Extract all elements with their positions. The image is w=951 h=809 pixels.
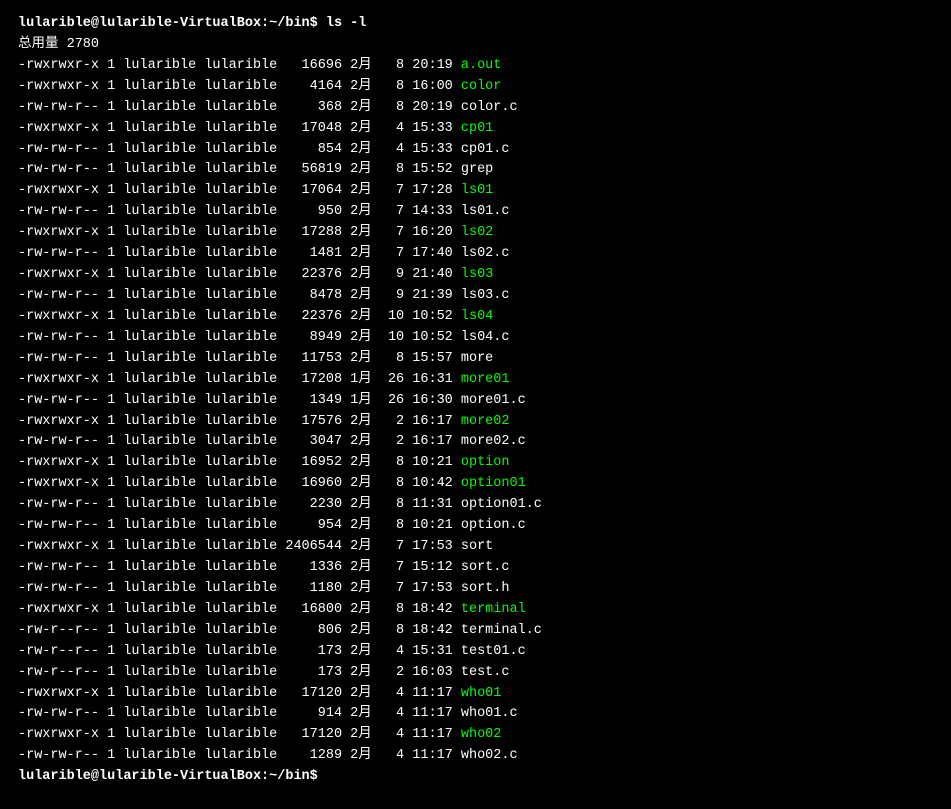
table-row: -rw-rw-r-- 1 lularible lularible 11753 2… (18, 349, 933, 370)
table-row: -rwxrwxr-x 1 lularible lularible 4164 2月… (18, 77, 933, 98)
table-row: -rw-rw-r-- 1 lularible lularible 2230 2月… (18, 495, 933, 516)
table-row: -rwxrwxr-x 1 lularible lularible 17120 2… (18, 684, 933, 705)
table-row: -rwxrwxr-x 1 lularible lularible 22376 2… (18, 265, 933, 286)
table-row: -rwxrwxr-x 1 lularible lularible 17288 2… (18, 223, 933, 244)
table-row: -rw-rw-r-- 1 lularible lularible 914 2月 … (18, 704, 933, 725)
table-row: -rwxrwxr-x 1 lularible lularible 17120 2… (18, 725, 933, 746)
file-list: -rwxrwxr-x 1 lularible lularible 16696 2… (18, 56, 933, 767)
table-row: -rw-r--r-- 1 lularible lularible 173 2月 … (18, 663, 933, 684)
table-row: -rwxrwxr-x 1 lularible lularible 16960 2… (18, 474, 933, 495)
table-row: -rw-rw-r-- 1 lularible lularible 368 2月 … (18, 98, 933, 119)
table-row: -rw-rw-r-- 1 lularible lularible 1349 1月… (18, 391, 933, 412)
table-row: -rwxrwxr-x 1 lularible lularible 22376 2… (18, 307, 933, 328)
table-row: -rwxrwxr-x 1 lularible lularible 16696 2… (18, 56, 933, 77)
total-line: 总用量 2780 (18, 35, 933, 56)
table-row: -rw-rw-r-- 1 lularible lularible 3047 2月… (18, 432, 933, 453)
terminal-window: lularible@lularible-VirtualBox:~/bin$ ls… (10, 8, 941, 794)
table-row: -rw-rw-r-- 1 lularible lularible 1481 2月… (18, 244, 933, 265)
table-row: -rw-rw-r-- 1 lularible lularible 954 2月 … (18, 516, 933, 537)
table-row: -rw-r--r-- 1 lularible lularible 806 2月 … (18, 621, 933, 642)
prompt-top: lularible@lularible-VirtualBox:~/bin$ ls… (18, 14, 933, 35)
table-row: -rw-rw-r-- 1 lularible lularible 1336 2月… (18, 558, 933, 579)
table-row: -rwxrwxr-x 1 lularible lularible 16800 2… (18, 600, 933, 621)
table-row: -rwxrwxr-x 1 lularible lularible 17208 1… (18, 370, 933, 391)
table-row: -rw-rw-r-- 1 lularible lularible 854 2月 … (18, 140, 933, 161)
table-row: -rwxrwxr-x 1 lularible lularible 17064 2… (18, 181, 933, 202)
table-row: -rwxrwxr-x 1 lularible lularible 2406544… (18, 537, 933, 558)
table-row: -rw-rw-r-- 1 lularible lularible 1180 2月… (18, 579, 933, 600)
table-row: -rwxrwxr-x 1 lularible lularible 17048 2… (18, 119, 933, 140)
prompt-bottom: lularible@lularible-VirtualBox:~/bin$ (18, 767, 933, 788)
table-row: -rw-rw-r-- 1 lularible lularible 1289 2月… (18, 746, 933, 767)
table-row: -rw-rw-r-- 1 lularible lularible 56819 2… (18, 160, 933, 181)
table-row: -rw-rw-r-- 1 lularible lularible 8949 2月… (18, 328, 933, 349)
table-row: -rw-rw-r-- 1 lularible lularible 8478 2月… (18, 286, 933, 307)
table-row: -rw-rw-r-- 1 lularible lularible 950 2月 … (18, 202, 933, 223)
table-row: -rwxrwxr-x 1 lularible lularible 16952 2… (18, 453, 933, 474)
table-row: -rw-r--r-- 1 lularible lularible 173 2月 … (18, 642, 933, 663)
table-row: -rwxrwxr-x 1 lularible lularible 17576 2… (18, 412, 933, 433)
